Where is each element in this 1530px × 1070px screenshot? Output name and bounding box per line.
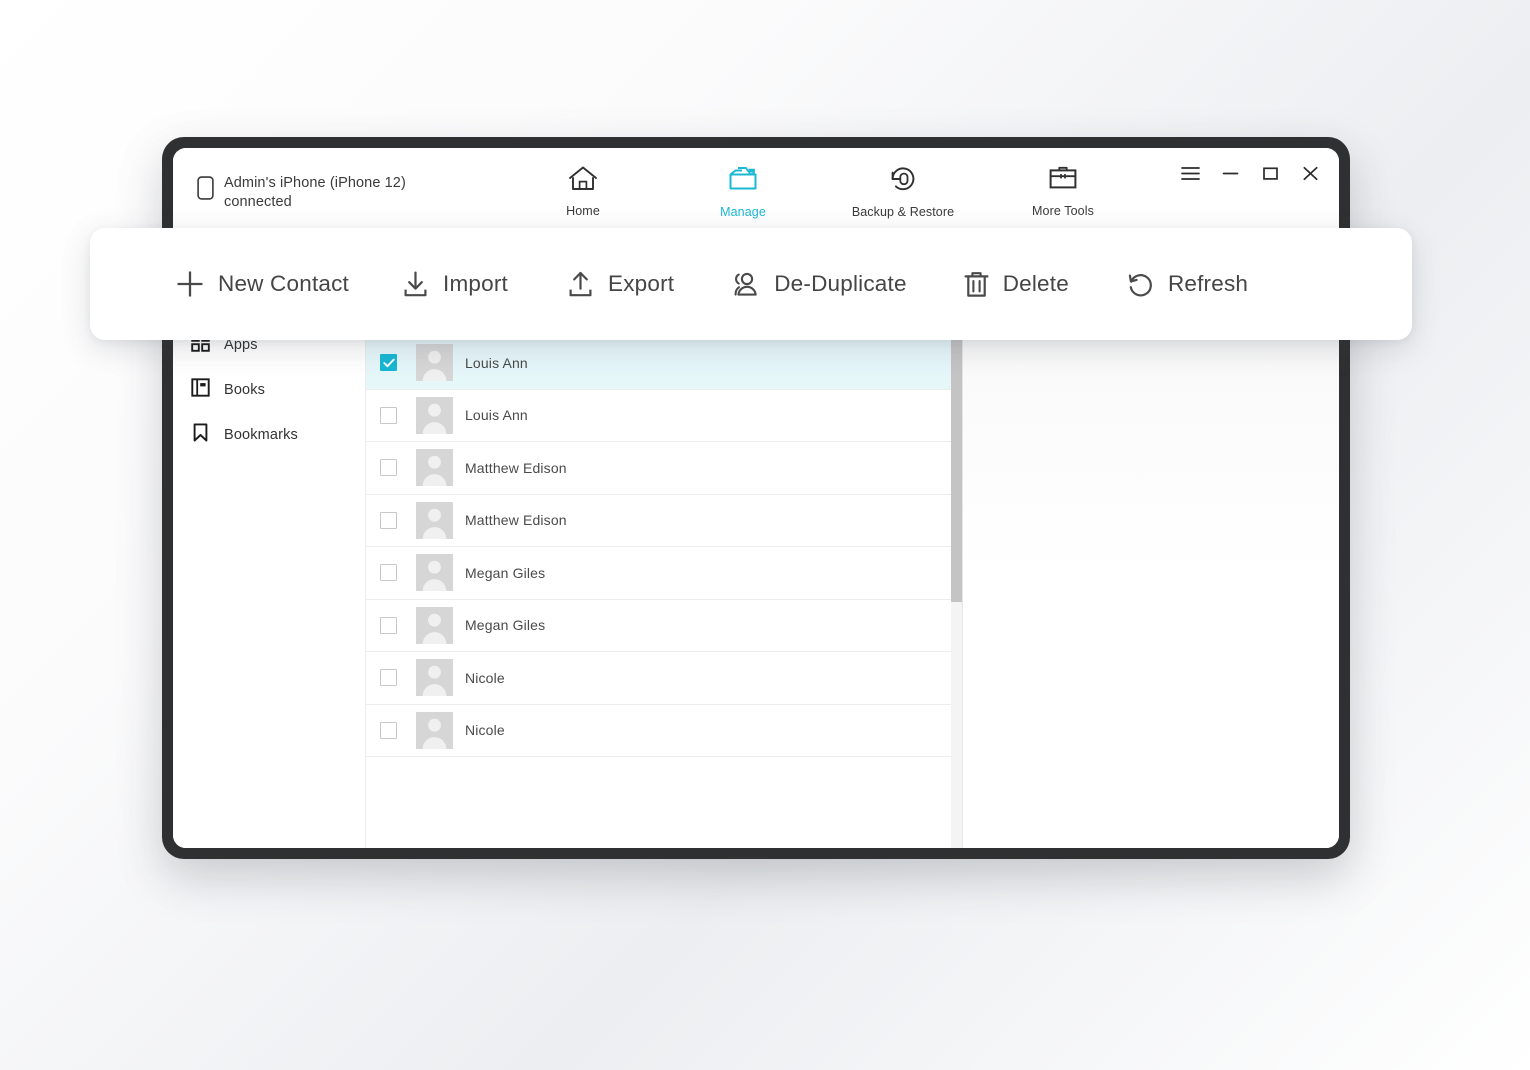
delete-label: Delete (1002, 271, 1069, 296)
nav-tab-home[interactable]: Home (503, 165, 663, 218)
bookmark-icon (191, 423, 210, 446)
avatar (416, 554, 453, 592)
maximize-icon[interactable] (1259, 162, 1281, 184)
row-checkbox[interactable] (380, 669, 397, 687)
home-icon (568, 165, 598, 197)
new-contact-label: New Contact (218, 271, 350, 296)
window-controls (1179, 162, 1321, 184)
avatar (416, 396, 453, 434)
nav-tab-more-tools-label: More Tools (1032, 204, 1094, 218)
contact-name: Louis Ann (465, 407, 528, 424)
table-row[interactable]: Megan Giles (366, 599, 962, 652)
contact-name: Matthew Edison (465, 512, 567, 529)
folder-icon (727, 165, 759, 198)
table-row[interactable]: Louis Ann (366, 389, 962, 442)
trash-icon (963, 270, 990, 299)
export-label: Export (607, 271, 675, 296)
device-status: connected (224, 194, 292, 210)
table-row[interactable]: Louis Ann (366, 337, 962, 390)
sidebar-item-bookmarks-label: Bookmarks (224, 426, 298, 443)
nav-tab-backup-restore-label: Backup & Restore (851, 205, 955, 219)
upload-icon (566, 270, 595, 299)
titlebar: Admin's iPhone (iPhone 12) connected Hom… (173, 148, 1339, 232)
row-checkbox[interactable] (380, 721, 397, 739)
avatar (416, 711, 453, 749)
sidebar-item-bookmarks[interactable]: Bookmarks (173, 412, 365, 457)
contact-name: Nicole (465, 669, 505, 686)
avatar (416, 606, 453, 644)
avatar (416, 659, 453, 697)
refresh-label: Refresh (1167, 271, 1249, 296)
de-duplicate-button[interactable]: De-Duplicate (730, 271, 906, 298)
action-toolbar: New Contact Import Export De-Duplicate D… (90, 228, 1412, 340)
hamburger-icon[interactable] (1179, 162, 1201, 184)
import-label: Import (443, 271, 508, 296)
contact-name: Nicole (465, 722, 505, 739)
download-icon (401, 270, 430, 299)
row-checkbox[interactable] (380, 564, 397, 582)
avatar (416, 501, 453, 539)
table-row[interactable]: Megan Giles (366, 547, 962, 600)
sidebar-item-books[interactable]: Books (173, 367, 365, 412)
contact-name: Matthew Edison (465, 459, 567, 476)
device-label: Admin's iPhone (iPhone 12) connected (224, 174, 406, 212)
backup-restore-icon (888, 165, 918, 198)
row-checkbox[interactable] (380, 459, 397, 477)
nav-tab-manage-label: Manage (720, 205, 766, 219)
sidebar-item-books-label: Books (224, 381, 266, 398)
device-name: Admin's iPhone (iPhone 12) (224, 175, 406, 191)
nav-tab-home-label: Home (566, 204, 600, 218)
nav-tabs: Home Manage Backup & Restore More Tools (503, 148, 1143, 219)
row-checkbox[interactable] (380, 406, 397, 424)
row-checkbox[interactable] (380, 354, 397, 372)
contact-name: Louis Ann (465, 354, 528, 371)
table-row[interactable]: Nicole (366, 652, 962, 705)
nav-tab-more-tools[interactable]: More Tools (983, 165, 1143, 218)
refresh-icon (1126, 270, 1155, 299)
delete-button[interactable]: Delete (963, 270, 1069, 299)
contact-name: Megan Giles (465, 564, 546, 581)
contact-name: Megan Giles (465, 617, 546, 634)
import-button[interactable]: Import (401, 270, 508, 299)
de-duplicate-label: De-Duplicate (774, 271, 907, 296)
table-row[interactable]: Matthew Edison (366, 494, 962, 547)
phone-icon (197, 176, 214, 205)
row-checkbox[interactable] (380, 511, 397, 529)
refresh-button[interactable]: Refresh (1126, 270, 1248, 299)
toolbox-icon (1048, 165, 1078, 197)
export-button[interactable]: Export (566, 270, 674, 299)
book-icon (191, 378, 210, 401)
table-row[interactable]: Nicole (366, 704, 962, 757)
people-icon (730, 271, 761, 298)
avatar (416, 449, 453, 487)
nav-tab-backup-restore[interactable]: Backup & Restore (823, 165, 983, 219)
minimize-icon[interactable] (1219, 162, 1241, 184)
close-icon[interactable] (1299, 162, 1321, 184)
device-info[interactable]: Admin's iPhone (iPhone 12) connected (173, 148, 503, 212)
table-row[interactable]: Matthew Edison (366, 442, 962, 495)
nav-tab-manage[interactable]: Manage (663, 165, 823, 219)
new-contact-button[interactable]: New Contact (175, 269, 349, 299)
avatar (416, 344, 453, 382)
row-checkbox[interactable] (380, 616, 397, 634)
plus-icon (175, 269, 205, 299)
